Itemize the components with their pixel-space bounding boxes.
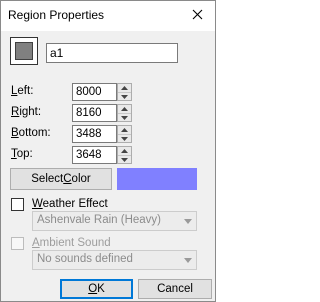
weather-effect-value: Ashenvale Rain (Heavy) xyxy=(37,214,162,226)
bottom-input[interactable] xyxy=(72,125,117,143)
spin-up-icon[interactable] xyxy=(118,105,131,113)
top-label: Top: xyxy=(11,148,33,160)
right-spinner[interactable] xyxy=(117,104,132,122)
spin-up-icon[interactable] xyxy=(118,126,131,134)
color-swatch[interactable] xyxy=(117,168,197,190)
select-color-button[interactable]: Select Color xyxy=(10,168,112,190)
top-input[interactable] xyxy=(72,146,117,164)
close-button[interactable] xyxy=(181,2,214,27)
weather-effect-select[interactable]: Ashenvale Rain (Heavy) xyxy=(32,211,197,231)
spin-down-icon[interactable] xyxy=(118,92,131,100)
region-name-input[interactable] xyxy=(46,43,178,63)
right-input[interactable] xyxy=(72,104,117,122)
spin-down-icon[interactable] xyxy=(118,155,131,163)
region-icon xyxy=(10,37,38,65)
bottom-spinner[interactable] xyxy=(117,125,132,143)
left-label: Left: xyxy=(11,85,34,97)
spin-up-icon[interactable] xyxy=(118,147,131,155)
left-spinner[interactable] xyxy=(117,83,132,101)
dialog-title: Region Properties xyxy=(8,8,105,22)
spin-down-icon[interactable] xyxy=(118,113,131,121)
left-input[interactable] xyxy=(72,83,117,101)
cancel-button[interactable]: Cancel xyxy=(138,279,212,299)
chevron-down-icon[interactable] xyxy=(179,212,196,230)
close-icon xyxy=(192,9,203,20)
ambient-sound-label[interactable]: Ambient Sound xyxy=(32,237,111,249)
ok-button[interactable]: OK xyxy=(60,279,133,299)
region-properties-dialog: Region Properties Left: Right: Bottom: T… xyxy=(0,0,216,302)
ambient-sound-select[interactable]: No sounds defined xyxy=(32,250,197,270)
spin-up-icon[interactable] xyxy=(118,84,131,92)
right-label: Right: xyxy=(11,106,42,118)
bottom-label: Bottom: xyxy=(11,127,51,139)
chevron-down-icon[interactable] xyxy=(179,251,196,269)
top-spinner[interactable] xyxy=(117,146,132,164)
region-swatch-icon xyxy=(15,42,33,60)
ambient-sound-checkbox[interactable] xyxy=(11,237,24,250)
spin-down-icon[interactable] xyxy=(118,134,131,142)
weather-effect-label[interactable]: Weather Effect xyxy=(32,198,108,210)
title-bar: Region Properties xyxy=(1,1,215,31)
ambient-sound-value: No sounds defined xyxy=(37,253,133,265)
weather-effect-checkbox[interactable] xyxy=(11,198,24,211)
